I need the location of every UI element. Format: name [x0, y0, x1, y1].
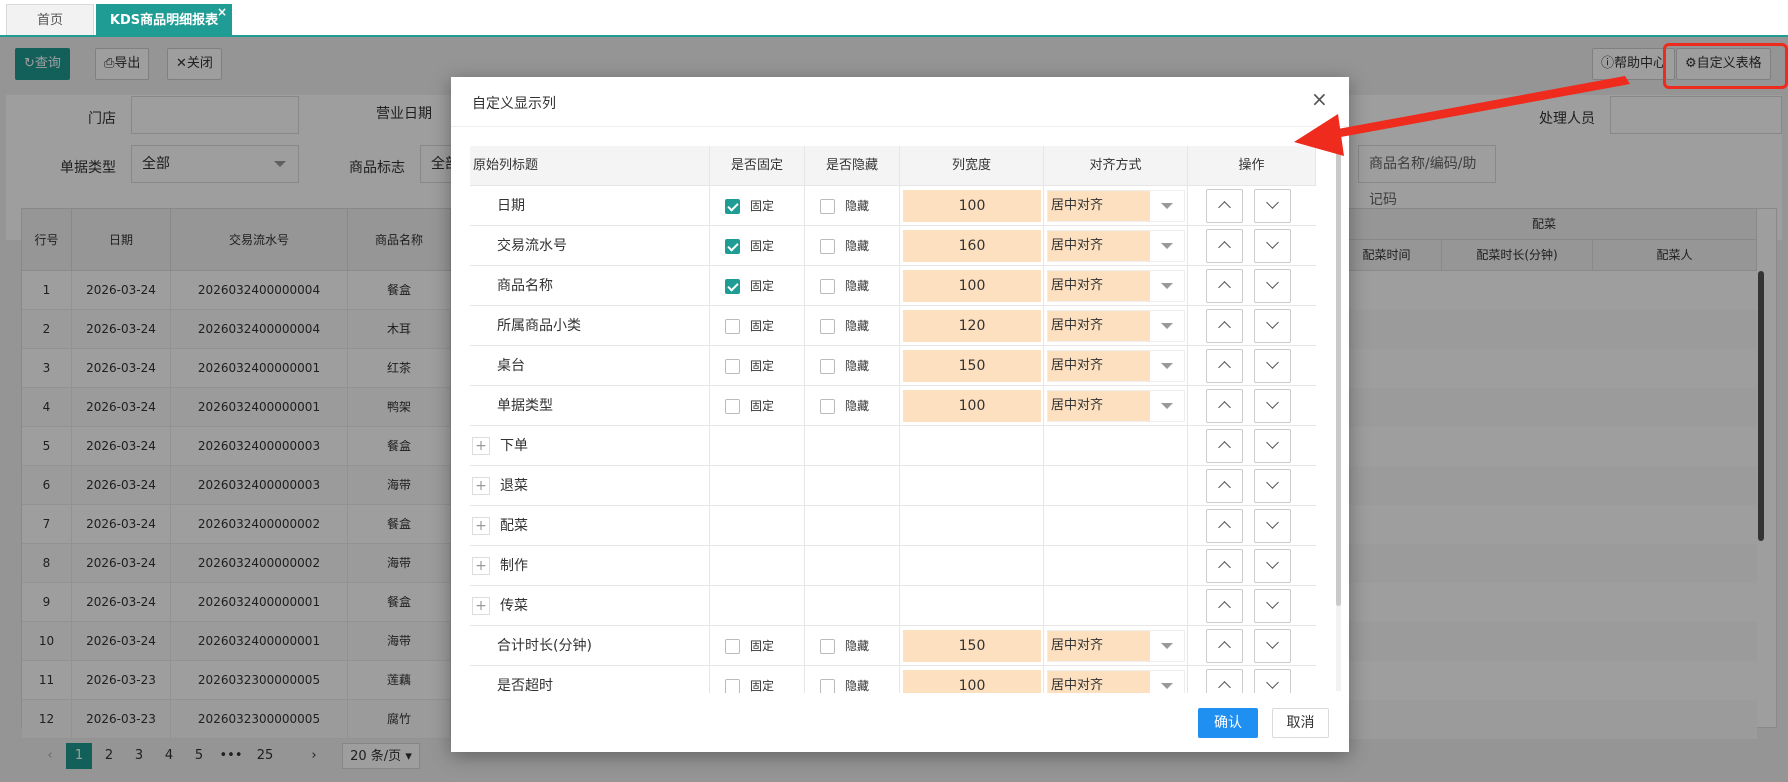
annotation-arrow — [1294, 76, 1630, 156]
